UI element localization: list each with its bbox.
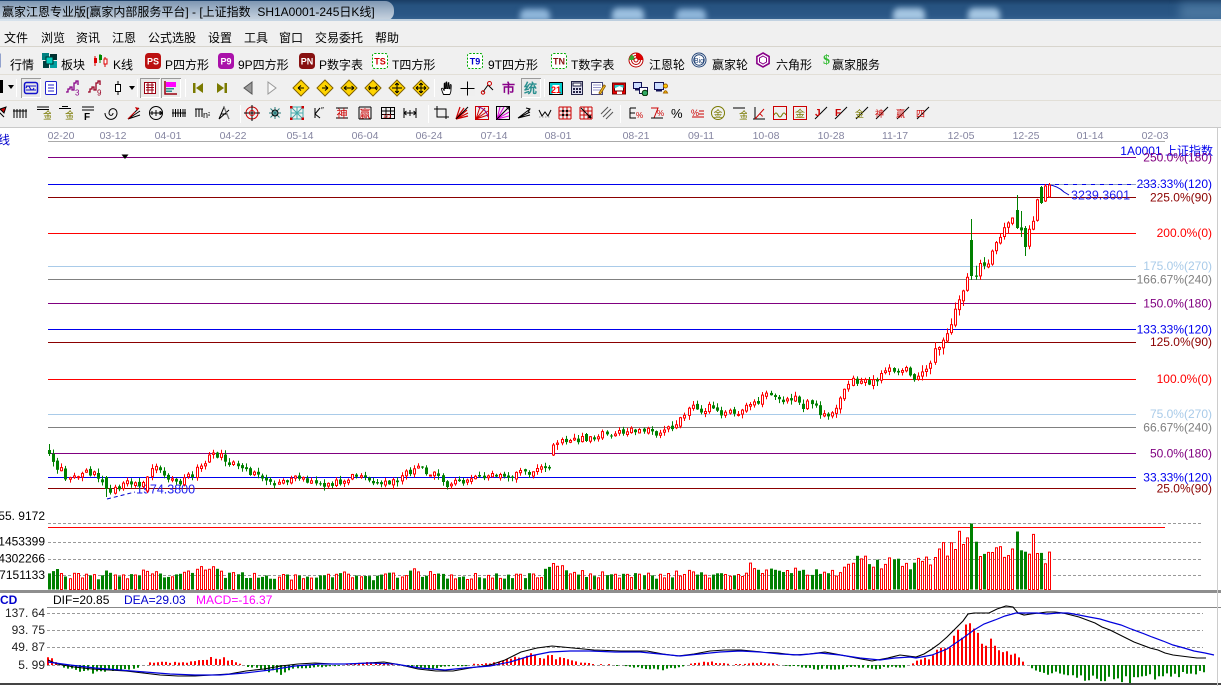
svg-text:166.67%(240): 166.67%(240): [1137, 273, 1212, 287]
svg-text:PN: PN: [301, 57, 314, 67]
svg-text:250.0%(180): 250.0%(180): [1143, 151, 1212, 165]
svg-text:线: 线: [0, 133, 10, 147]
svg-text:四: 四: [916, 107, 925, 120]
svg-text:100.0%(0): 100.0%(0): [1157, 372, 1212, 386]
svg-text:04-01: 04-01: [155, 130, 182, 142]
svg-text:75.0%(270): 75.0%(270): [1150, 407, 1212, 421]
svg-text:123: 123: [383, 114, 392, 120]
svg-text:21: 21: [551, 85, 561, 95]
svg-text:02-20: 02-20: [48, 130, 75, 142]
svg-text:MACD=-16.37: MACD=-16.37: [196, 593, 273, 607]
svg-text:02-03: 02-03: [1142, 130, 1169, 142]
svg-text:25.0%(90): 25.0%(90): [1157, 482, 1212, 496]
svg-text:07-14: 07-14: [481, 130, 508, 142]
svg-text:12-25: 12-25: [1013, 130, 1040, 142]
svg-text:05-14: 05-14: [287, 130, 314, 142]
svg-text:06-24: 06-24: [416, 130, 443, 142]
svg-text:04-22: 04-22: [220, 130, 247, 142]
svg-text:%: %: [671, 106, 683, 121]
svg-text:PS: PS: [147, 57, 159, 67]
svg-text:赢: 赢: [896, 107, 905, 120]
svg-text:TN: TN: [553, 57, 565, 67]
svg-text:F: F: [84, 112, 90, 121]
svg-text:93. 75: 93. 75: [12, 623, 46, 637]
svg-text:74302266: 74302266: [0, 552, 45, 566]
svg-text:175.0%(270): 175.0%(270): [1143, 259, 1212, 273]
svg-text:金: 金: [714, 107, 723, 120]
svg-text:市: 市: [502, 80, 515, 96]
svg-text:″: ″: [321, 106, 324, 115]
svg-text:P9: P9: [220, 57, 231, 67]
svg-text:09-11: 09-11: [688, 130, 714, 142]
svg-text:统: 统: [524, 78, 537, 97]
svg-text:DEA=29.03: DEA=29.03: [124, 593, 186, 607]
svg-text:n²: n²: [203, 110, 210, 120]
svg-text:5. 99: 5. 99: [18, 658, 45, 672]
svg-text:66.67%(240): 66.67%(240): [1143, 421, 1212, 435]
svg-text:125.0%(90): 125.0%(90): [1150, 335, 1212, 349]
svg-text:F: F: [835, 108, 841, 119]
svg-text:T9: T9: [470, 57, 481, 67]
svg-text:225.0%(90): 225.0%(90): [1150, 191, 1212, 205]
svg-text:08-21: 08-21: [623, 130, 650, 142]
svg-text:3239.3601: 3239.3601: [1071, 189, 1130, 203]
svg-text:%: %: [636, 111, 643, 120]
svg-text:金: 金: [65, 107, 73, 121]
svg-text:金: 金: [43, 107, 51, 121]
svg-text:TS: TS: [374, 57, 386, 67]
svg-text:49. 87: 49. 87: [12, 640, 46, 654]
svg-text:87151133: 87151133: [0, 568, 45, 582]
svg-text:$: $: [823, 53, 830, 68]
svg-text:150.0%(180): 150.0%(180): [1143, 297, 1212, 311]
svg-text:J: J: [815, 108, 821, 119]
svg-text:CD: CD: [0, 593, 18, 607]
svg-text:61453399: 61453399: [0, 535, 45, 549]
svg-text:11-17: 11-17: [882, 130, 908, 142]
svg-text:神: 神: [875, 107, 884, 120]
svg-text:137. 64: 137. 64: [5, 606, 45, 620]
svg-text:金: 金: [739, 107, 747, 121]
svg-text:10-08: 10-08: [753, 130, 780, 142]
svg-text:10-28: 10-28: [818, 130, 845, 142]
svg-text:01-14: 01-14: [1077, 130, 1104, 142]
svg-text:Big: Big: [694, 58, 704, 65]
svg-text:855. 9172: 855. 9172: [0, 509, 45, 523]
svg-text:08-01: 08-01: [545, 130, 572, 142]
svg-text:03-12: 03-12: [100, 130, 127, 142]
svg-text:DIF=20.85: DIF=20.85: [53, 593, 110, 607]
svg-text:%: %: [657, 109, 664, 118]
svg-text:200.0%(0): 200.0%(0): [1157, 226, 1212, 240]
svg-text:金: 金: [795, 106, 805, 121]
svg-text:233.33%(120): 233.33%(120): [1137, 177, 1212, 191]
svg-text:赢: 赢: [360, 106, 371, 122]
svg-text:9: 9: [97, 89, 102, 97]
svg-text:12-05: 12-05: [948, 130, 975, 142]
svg-text:06-04: 06-04: [352, 130, 379, 142]
svg-text:3: 3: [75, 89, 80, 97]
svg-text:金: 金: [855, 107, 864, 120]
svg-text:50.0%(180): 50.0%(180): [1150, 447, 1212, 461]
svg-text:神: 神: [337, 106, 348, 122]
